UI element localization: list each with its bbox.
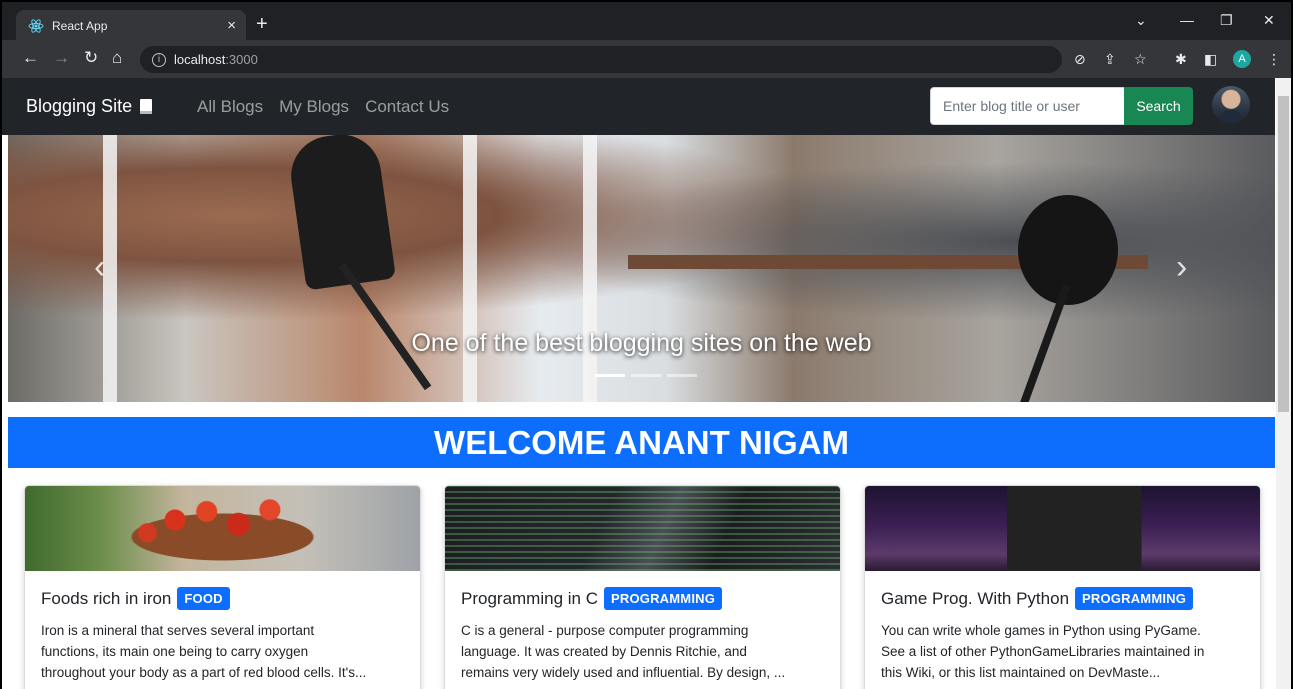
address-bar[interactable]: i localhost:3000 [140,46,1062,73]
card-body: Foods rich in iron FOOD Iron is a minera… [25,571,420,683]
card-excerpt-line: You can write whole games in Python usin… [881,623,1201,638]
restore-icon[interactable]: ❐ [1220,12,1233,29]
card-body: Programming in C PROGRAMMING C is a gene… [445,571,840,683]
book-icon [140,99,153,114]
tab-search-chevron-icon[interactable]: ⌄ [1135,12,1147,29]
category-badge: FOOD [177,587,230,610]
browser-toolbar: ← → ↻ ⌂ i localhost:3000 ⊘ ⇪ ☆ ✱ ◧ A ⋮ [0,40,1293,78]
tab-title: React App [52,19,108,33]
url-host: localhost [174,52,226,67]
site-brand[interactable]: Blogging Site [26,96,153,117]
card-image [25,486,420,571]
card-title-text: Foods rich in iron [41,588,172,608]
card-title: Foods rich in iron FOOD [41,587,404,610]
browser-tab[interactable]: React App × [16,10,246,42]
microphone-arm-image-detail [338,262,432,391]
react-icon [28,19,44,33]
carousel-indicators [595,374,697,377]
carousel-prev-icon[interactable]: ‹ [94,250,105,284]
new-tab-button[interactable]: + [256,14,268,34]
welcome-text: WELCOME ANANT NIGAM [434,423,849,461]
tab-close-icon[interactable]: × [227,17,236,34]
home-icon[interactable]: ⌂ [112,49,122,67]
nav-link-my-blogs[interactable]: My Blogs [279,97,349,117]
card-excerpt-line: C is a general - purpose computer progra… [461,623,749,638]
nav-link-contact-us[interactable]: Contact Us [365,97,449,117]
blog-card[interactable]: Foods rich in iron FOOD Iron is a minera… [24,485,421,689]
card-excerpt-line: language. It was created by Dennis Ritch… [461,644,747,659]
blog-card[interactable]: Game Prog. With Python PROGRAMMING You c… [864,485,1261,689]
card-image [445,486,840,571]
card-title: Programming in C PROGRAMMING [461,587,824,610]
card-title: Game Prog. With Python PROGRAMMING [881,587,1244,610]
card-title-text: Programming in C [461,588,598,608]
minimize-icon[interactable]: — [1180,12,1194,28]
card-image [865,486,1260,571]
share-icon[interactable]: ⇪ [1104,51,1116,68]
url-port: :3000 [225,52,258,67]
category-badge: PROGRAMMING [604,587,723,610]
window-frame [463,135,477,402]
card-excerpt-line: this Wiki, or this list maintained on De… [881,665,1161,680]
card-excerpt: Iron is a mineral that serves several im… [41,620,404,683]
reload-icon[interactable]: ↻ [84,49,98,67]
card-excerpt-line: functions, its main one being to carry o… [41,644,309,659]
scrollbar-thumb[interactable] [1278,96,1289,412]
browser-tab-bar: React App × + ⌄ — ❐ ✕ [0,0,1293,42]
search-button[interactable]: Search [1124,87,1193,125]
card-excerpt-line: throughout your body as a part of red bl… [41,665,367,680]
page-viewport: Blogging Site All Blogs My Blogs Contact… [0,78,1293,689]
nav-links: All Blogs My Blogs Contact Us [197,97,449,117]
close-window-icon[interactable]: ✕ [1263,12,1275,29]
blog-search-input[interactable]: Enter blog title or user [930,87,1125,125]
carousel-caption: One of the best blogging sites on the we… [411,329,872,357]
star-icon[interactable]: ☆ [1134,51,1147,68]
welcome-banner: WELCOME ANANT NIGAM [8,417,1275,468]
forward-arrow-icon[interactable]: → [53,49,70,67]
user-avatar[interactable] [1212,86,1250,124]
hero-carousel: ‹ › One of the best blogging sites on th… [8,135,1275,402]
carousel-indicator[interactable] [667,374,697,377]
extensions-icon[interactable]: ✱ [1175,51,1187,68]
category-badge: PROGRAMMING [1075,587,1194,610]
side-panel-icon[interactable]: ◧ [1204,51,1217,68]
window-frame [583,135,597,402]
back-arrow-icon[interactable]: ← [22,49,39,67]
site-navbar: Blogging Site All Blogs My Blogs Contact… [2,78,1275,135]
card-excerpt-line: See a list of other PythonGameLibraries … [881,644,1205,659]
card-excerpt-line: Iron is a mineral that serves several im… [41,623,315,638]
nav-link-all-blogs[interactable]: All Blogs [197,97,263,117]
card-excerpt: C is a general - purpose computer progra… [461,620,824,683]
carousel-indicator[interactable] [595,374,625,377]
card-excerpt: You can write whole games in Python usin… [881,620,1244,683]
info-icon[interactable]: i [152,52,166,67]
profile-icon[interactable]: A [1233,50,1251,68]
card-body: Game Prog. With Python PROGRAMMING You c… [865,571,1260,683]
card-excerpt-line: remains very widely used and influential… [461,665,786,680]
brand-name: Blogging Site [26,96,133,116]
eye-off-icon[interactable]: ⊘ [1074,51,1086,68]
blog-card[interactable]: Programming in C PROGRAMMING C is a gene… [444,485,841,689]
menu-dots-icon[interactable]: ⋮ [1267,51,1281,68]
card-title-text: Game Prog. With Python [881,588,1070,608]
carousel-indicator[interactable] [631,374,661,377]
carousel-next-icon[interactable]: › [1176,250,1187,284]
